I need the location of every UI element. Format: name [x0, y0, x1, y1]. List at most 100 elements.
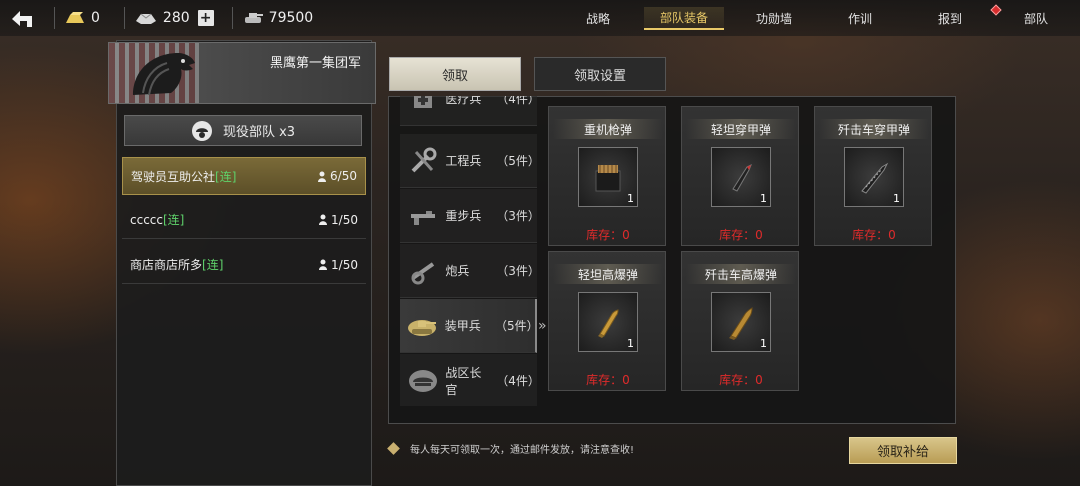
ap-shell-icon	[732, 163, 752, 192]
legion-name: 黑鹰第一集团军	[269, 56, 361, 71]
item-card[interactable]: 轻坦高爆弹 1 库存：0	[548, 251, 666, 391]
category-medic[interactable]: 医疗兵 （4件）	[400, 96, 537, 126]
item-name: 歼击车穿甲弹	[819, 119, 929, 139]
unit-name-text: 商店商店所多	[130, 258, 203, 272]
category-name: 炮兵	[445, 264, 470, 278]
unit-count-text: 6/50	[330, 169, 357, 183]
nav-training[interactable]: 作训	[822, 10, 898, 27]
active-units-button[interactable]: 现役部队 x3	[124, 115, 362, 146]
category-count: （5件）	[496, 154, 537, 168]
claim-note-text: 每人每天可领取一次，通过邮件发放，请注意查收!	[410, 445, 635, 456]
category-commander[interactable]: 战区长官 （4件）	[400, 354, 537, 406]
category-armor[interactable]: 装甲兵 （5件）	[400, 299, 537, 353]
divider	[123, 7, 125, 29]
he-shell-icon	[729, 307, 753, 340]
unit-member-count: 1/50	[319, 213, 358, 227]
item-quantity: 1	[760, 337, 767, 350]
tank-token-icon	[243, 11, 263, 25]
unit-row[interactable]: 驾驶员互助公社[连] 6/50	[122, 157, 366, 195]
add-resource-button[interactable]: +	[197, 10, 214, 26]
tab-claim-settings[interactable]: 领取设置	[534, 57, 666, 91]
eagle-emblem-icon	[133, 53, 195, 96]
resource-fuel: 280 +	[120, 0, 214, 36]
unit-name-text: 驾驶员互助公社	[131, 169, 216, 184]
nav-checkin[interactable]: 报到	[912, 3, 1002, 27]
item-name: 歼击车高爆弹	[686, 264, 796, 284]
rifle-icon	[404, 196, 441, 236]
item-slot: 1	[578, 147, 638, 207]
unit-name-text: ccccc	[130, 213, 163, 227]
person-icon	[319, 214, 328, 225]
category-artillery[interactable]: 炮兵 （3件）	[400, 244, 537, 298]
item-slot: 1	[711, 147, 771, 207]
category-name: 装甲兵	[444, 319, 481, 333]
item-slot: 1	[844, 147, 904, 207]
category-list[interactable]: 医疗兵 （4件） 工程兵 （5件） 重步兵 （3件） 炮兵 （3件） 装甲兵 （…	[400, 96, 537, 406]
item-stock: 库存：0	[586, 373, 630, 387]
category-name: 战区长官	[445, 365, 482, 397]
category-count: （3件）	[496, 209, 537, 223]
fuel-amount: 280	[162, 10, 190, 26]
ammo-box-icon	[595, 165, 621, 192]
officer-cap-icon	[404, 361, 441, 401]
unit-tag: [连]	[163, 213, 185, 227]
top-bar: 0 280 + 79500 战略 部队装备 功勋墙 作训 报到 部队	[0, 0, 1080, 36]
category-name: 工程兵	[445, 154, 482, 168]
item-quantity: 1	[627, 192, 634, 205]
item-slot: 1	[711, 292, 771, 352]
chevron-right-icon: »	[538, 318, 547, 334]
item-card[interactable]: 轻坦穿甲弹 1 库存：0	[681, 106, 799, 246]
category-count: （5件）	[494, 319, 537, 333]
nav-troops[interactable]: 部队	[998, 10, 1074, 27]
divider	[231, 7, 233, 29]
tab-claim[interactable]: 领取	[389, 57, 521, 91]
item-slot: 1	[578, 292, 638, 352]
claim-supply-button[interactable]: 领取补给	[849, 437, 957, 464]
unit-name: ccccc[连]	[130, 211, 184, 228]
item-quantity: 1	[627, 337, 634, 350]
unit-name: 驾驶员互助公社[连]	[131, 168, 236, 185]
item-card[interactable]: 歼击车穿甲弹 1 库存：0	[814, 106, 932, 246]
claim-note: 每人每天可领取一次，通过邮件发放，请注意查收!	[387, 441, 635, 456]
unit-row[interactable]: 商店商店所多[连] 1/50	[122, 246, 366, 284]
person-icon	[319, 259, 328, 270]
unit-row[interactable]: ccccc[连] 1/50	[122, 201, 366, 239]
category-name: 医疗兵	[445, 96, 482, 106]
back-arrow-icon	[12, 11, 32, 27]
item-stock: 库存：0	[719, 373, 763, 387]
item-quantity: 1	[760, 192, 767, 205]
unit-name: 商店商店所多[连]	[130, 256, 223, 273]
category-heavy-infantry[interactable]: 重步兵 （3件）	[400, 189, 537, 243]
ap-shell-icon	[861, 162, 889, 194]
gold-bar-icon	[65, 11, 85, 25]
wrench-icon	[404, 141, 441, 181]
item-card[interactable]: 歼击车高爆弹 1 库存：0	[681, 251, 799, 391]
category-engineer[interactable]: 工程兵 （5件）	[400, 134, 537, 188]
resource-silver: 79500	[228, 0, 313, 36]
nav-equipment[interactable]: 部队装备	[644, 6, 724, 30]
active-units-label: 现役部队 x3	[222, 125, 296, 140]
item-name: 轻坦高爆弹	[553, 264, 663, 284]
item-name: 重机枪弹	[553, 119, 663, 139]
soldier-helmet-icon	[191, 120, 213, 142]
unit-count-text: 1/50	[331, 212, 358, 227]
unit-count-text: 1/50	[331, 257, 358, 272]
gold-amount: 0	[91, 10, 100, 26]
he-shell-icon	[598, 309, 619, 338]
unit-tag: [连]	[202, 258, 224, 272]
category-count: （4件）	[496, 374, 537, 388]
item-card[interactable]: 重机枪弹 1 库存：0	[548, 106, 666, 246]
person-icon	[318, 171, 327, 182]
resource-gold: 0	[50, 0, 100, 36]
nav-checkin-label: 报到	[937, 11, 962, 26]
nav-honor-wall[interactable]: 功勋墙	[736, 10, 812, 27]
unit-member-count: 6/50	[318, 169, 357, 183]
tank-icon	[404, 306, 441, 346]
unit-member-count: 1/50	[319, 258, 358, 272]
category-name: 重步兵	[445, 209, 482, 223]
back-button[interactable]	[0, 0, 50, 36]
divider	[54, 7, 55, 29]
nav-strategy[interactable]: 战略	[560, 10, 636, 27]
ingot-icon	[135, 11, 157, 25]
item-stock: 库存：0	[852, 228, 896, 242]
